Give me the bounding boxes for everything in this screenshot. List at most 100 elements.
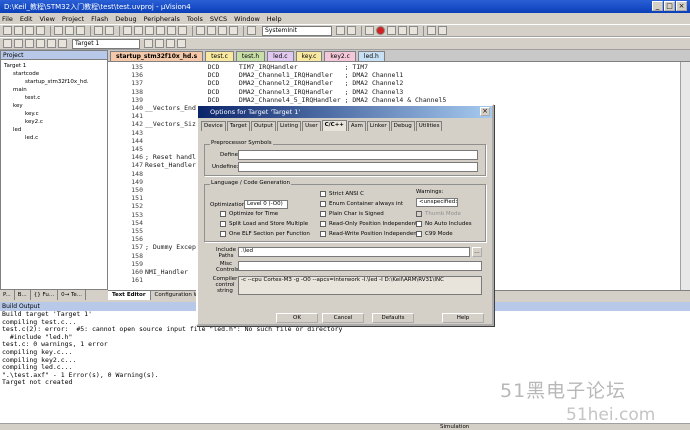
- uncomment-icon[interactable]: [229, 26, 238, 35]
- tree-file-key2-c[interactable]: key2.c: [25, 118, 43, 126]
- tab-linker[interactable]: Linker: [366, 121, 390, 131]
- menu-peripherals[interactable]: Peripherals: [144, 15, 180, 23]
- tab-device[interactable]: Device: [201, 121, 226, 131]
- find-in-files-icon[interactable]: [247, 26, 256, 35]
- defaults-button[interactable]: Defaults: [372, 313, 414, 323]
- tab-c-cpp[interactable]: C/C++: [321, 120, 347, 131]
- include-paths-browse-button[interactable]: …: [472, 247, 482, 257]
- rw-position-checkbox[interactable]: Read-Write Position Independent: [320, 231, 419, 237]
- minimize-button[interactable]: _: [652, 1, 663, 11]
- bookmark-clear-icon[interactable]: [178, 26, 187, 35]
- tree-file-led-c[interactable]: led.c: [25, 134, 38, 142]
- rebuild-icon[interactable]: [25, 39, 34, 48]
- tree-file-startup[interactable]: startup_stm32f10x_hd.: [25, 78, 89, 86]
- menu-debug[interactable]: Debug: [115, 15, 136, 23]
- tree-group-led[interactable]: led: [13, 126, 21, 134]
- c99-mode-checkbox[interactable]: C99 Mode: [416, 231, 453, 237]
- ro-position-checkbox[interactable]: Read-Only Position Independent: [320, 221, 417, 227]
- menu-view[interactable]: View: [39, 15, 54, 23]
- save-all-icon[interactable]: [36, 26, 45, 35]
- split-load-checkbox[interactable]: Split Load and Store Multiple: [220, 221, 308, 227]
- include-paths-field[interactable]: .\led: [238, 247, 470, 257]
- one-elf-checkbox[interactable]: One ELF Section per Function: [220, 231, 310, 237]
- strict-ansi-checkbox[interactable]: Strict ANSI C: [320, 191, 364, 197]
- menu-project[interactable]: Project: [62, 15, 84, 23]
- download-icon[interactable]: [58, 39, 67, 48]
- target-options-icon[interactable]: [144, 39, 153, 48]
- optimization-select[interactable]: Level 0 (-O0): [244, 200, 288, 209]
- bookmark-next-icon[interactable]: [167, 26, 176, 35]
- incremental-find-icon[interactable]: [347, 26, 356, 35]
- tree-file-key-c[interactable]: key.c: [25, 110, 39, 118]
- tab-project[interactable]: P...: [0, 290, 15, 300]
- optimize-time-checkbox[interactable]: Optimize for Time: [220, 211, 278, 217]
- undo-icon[interactable]: [94, 26, 103, 35]
- window-icon[interactable]: [427, 26, 436, 35]
- copy-icon[interactable]: [65, 26, 74, 35]
- menu-window[interactable]: Window: [234, 15, 260, 23]
- warnings-select[interactable]: <unspecified>: [416, 198, 458, 207]
- breakpoint-icon[interactable]: [376, 26, 385, 35]
- comment-icon[interactable]: [218, 26, 227, 35]
- open-file-icon[interactable]: [14, 26, 23, 35]
- file-tab-led-h[interactable]: led.h: [357, 51, 385, 61]
- tab-user[interactable]: User: [302, 121, 321, 131]
- tab-asm[interactable]: Asm: [347, 121, 366, 131]
- editor-scrollbar[interactable]: [680, 62, 690, 290]
- tree-group-main[interactable]: main: [13, 86, 27, 94]
- translate-icon[interactable]: [3, 39, 12, 48]
- plain-char-checkbox[interactable]: Plain Char is Signed: [320, 211, 384, 217]
- save-icon[interactable]: [25, 26, 34, 35]
- file-tab-startup[interactable]: startup_stm32f10x_hd.s: [110, 51, 204, 61]
- bookmark-icon[interactable]: [145, 26, 154, 35]
- tab-text-editor[interactable]: Text Editor: [108, 291, 151, 300]
- new-file-icon[interactable]: [3, 26, 12, 35]
- cut-icon[interactable]: [54, 26, 63, 35]
- tab-listing[interactable]: Listing: [276, 121, 302, 131]
- nav-forward-icon[interactable]: [134, 26, 143, 35]
- menu-tools[interactable]: Tools: [187, 15, 203, 23]
- tree-group-startcode[interactable]: startcode: [13, 70, 39, 78]
- batch-build-icon[interactable]: [36, 39, 45, 48]
- enum-container-checkbox[interactable]: Enum Container always int: [320, 201, 403, 207]
- tab-utilities[interactable]: Utilities: [415, 121, 443, 131]
- maximize-button[interactable]: □: [664, 1, 675, 11]
- tab-output[interactable]: Output: [250, 121, 276, 131]
- breakpoint-disable-icon[interactable]: [398, 26, 407, 35]
- undefine-field[interactable]: [238, 162, 478, 172]
- ok-button[interactable]: OK: [276, 313, 318, 323]
- bookmark-prev-icon[interactable]: [156, 26, 165, 35]
- close-button[interactable]: ×: [676, 1, 687, 11]
- file-tab-test-c[interactable]: test.c: [205, 51, 234, 61]
- redo-icon[interactable]: [105, 26, 114, 35]
- help-button[interactable]: Help: [442, 313, 484, 323]
- build-icon[interactable]: [14, 39, 23, 48]
- debug-start-icon[interactable]: [365, 26, 374, 35]
- tab-functions[interactable]: {} Fu...: [31, 290, 59, 300]
- tree-file-test-c[interactable]: test.c: [25, 94, 40, 102]
- no-auto-includes-checkbox[interactable]: No Auto Includes: [416, 221, 472, 227]
- file-tab-led-c[interactable]: led.c: [267, 51, 294, 61]
- menu-flash[interactable]: Flash: [91, 15, 108, 23]
- paste-icon[interactable]: [76, 26, 85, 35]
- tab-debug[interactable]: Debug: [390, 121, 415, 131]
- define-field[interactable]: [238, 150, 478, 160]
- manage-books-icon[interactable]: [177, 39, 186, 48]
- target-combo[interactable]: Target 1: [72, 38, 140, 49]
- cancel-button[interactable]: Cancel: [322, 313, 364, 323]
- menu-file[interactable]: File: [2, 15, 13, 23]
- dialog-close-button[interactable]: ×: [480, 107, 490, 116]
- file-tab-key2-c[interactable]: key2.c: [324, 51, 356, 61]
- find-icon[interactable]: [336, 26, 345, 35]
- misc-controls-field[interactable]: [238, 261, 482, 271]
- menu-help[interactable]: Help: [267, 15, 282, 23]
- select-packs-icon[interactable]: [166, 39, 175, 48]
- nav-back-icon[interactable]: [123, 26, 132, 35]
- unindent-icon[interactable]: [207, 26, 216, 35]
- tree-group-key[interactable]: key: [13, 102, 23, 110]
- indent-icon[interactable]: [196, 26, 205, 35]
- tree-target[interactable]: Target 1: [4, 62, 26, 70]
- file-tab-key-c[interactable]: key.c: [295, 51, 323, 61]
- tab-templates[interactable]: 0→ Te...: [58, 290, 87, 300]
- breakpoint-kill-icon[interactable]: [409, 26, 418, 35]
